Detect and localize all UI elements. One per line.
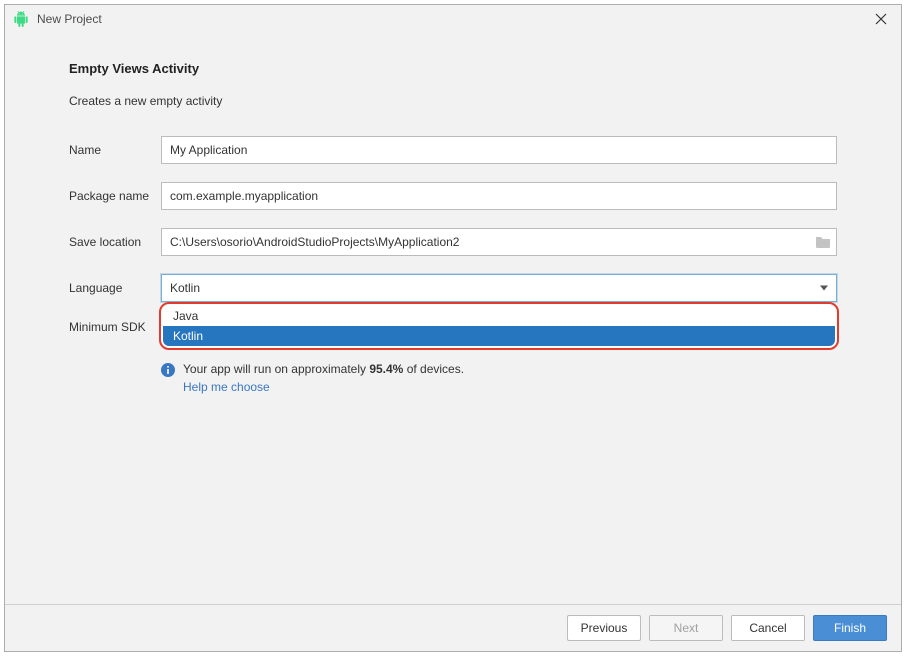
finish-button[interactable]: Finish [813, 615, 887, 641]
close-icon [875, 13, 887, 25]
device-coverage-info: Your app will run on approximately 95.4%… [161, 362, 837, 394]
chevron-down-icon [820, 286, 828, 291]
window-title: New Project [37, 12, 869, 26]
language-selected-value: Kotlin [170, 281, 200, 295]
titlebar: New Project [5, 5, 901, 33]
language-row: Language Kotlin Java Kotlin [69, 274, 837, 302]
min-sdk-label: Minimum SDK [69, 320, 161, 334]
name-input[interactable] [161, 136, 837, 164]
cancel-button[interactable]: Cancel [731, 615, 805, 641]
info-icon [161, 363, 175, 377]
name-label: Name [69, 143, 161, 157]
name-row: Name [69, 136, 837, 164]
package-label: Package name [69, 189, 161, 203]
location-row: Save location [69, 228, 837, 256]
language-option-java[interactable]: Java [163, 306, 835, 326]
package-input[interactable] [161, 182, 837, 210]
coverage-percent: 95.4% [369, 362, 403, 376]
language-combobox[interactable]: Kotlin [161, 274, 837, 302]
dialog-footer: Previous Next Cancel Finish [5, 604, 901, 651]
previous-button[interactable]: Previous [567, 615, 641, 641]
language-option-kotlin[interactable]: Kotlin [163, 326, 835, 346]
language-dropdown: Java Kotlin [159, 302, 839, 350]
close-button[interactable] [869, 7, 893, 31]
location-label: Save location [69, 235, 161, 249]
language-label: Language [69, 281, 161, 295]
folder-browse-icon[interactable] [815, 235, 831, 249]
help-me-choose-link[interactable]: Help me choose [183, 380, 270, 394]
template-description: Creates a new empty activity [69, 94, 837, 108]
dialog-content: Empty Views Activity Creates a new empty… [5, 33, 901, 604]
template-title: Empty Views Activity [69, 61, 837, 76]
next-button: Next [649, 615, 723, 641]
android-icon [13, 11, 29, 27]
coverage-text: Your app will run on approximately 95.4%… [183, 362, 464, 376]
location-input[interactable] [161, 228, 837, 256]
package-row: Package name [69, 182, 837, 210]
new-project-dialog: New Project Empty Views Activity Creates… [4, 4, 902, 652]
